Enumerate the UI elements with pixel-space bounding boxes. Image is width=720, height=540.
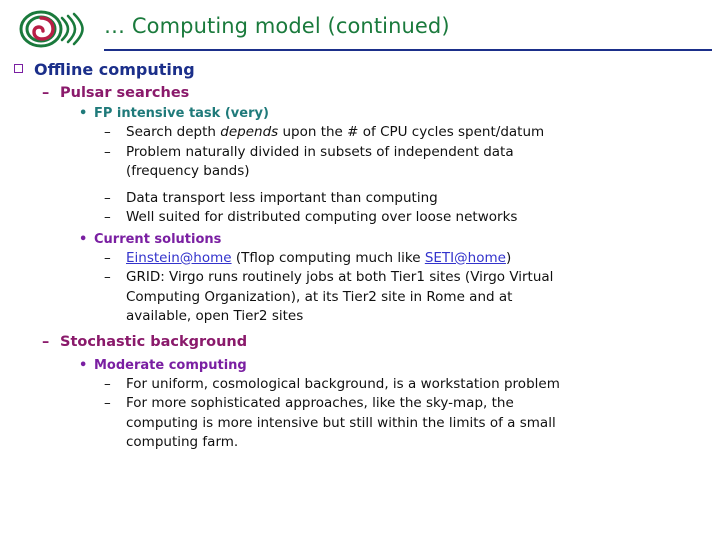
outline-level3-current-solutions: • Current solutions — [78, 231, 720, 249]
level2-label: Pulsar searches — [60, 85, 190, 101]
outline-level4-well-suited: – Well suited for distributed computing … — [104, 208, 706, 228]
round-bullet-icon: • — [79, 231, 88, 247]
dash-marker: – — [104, 143, 111, 160]
text-continuation: Computing Organization), at its Tier2 si… — [126, 288, 513, 305]
text-part-italic: depends — [220, 124, 279, 140]
outline-level3-fp-intensive-task: • FP intensive task (very) — [78, 105, 720, 123]
slide: … Computing model (continued) Offline co… — [0, 0, 720, 540]
level3-label: FP intensive task (very) — [94, 106, 269, 121]
level3-label: Current solutions — [94, 231, 222, 247]
text-part: For uniform, cosmological background, is… — [126, 375, 560, 392]
square-bullet-icon — [14, 64, 23, 73]
outline-level4-search-depth: – Search depth depends upon the # of CPU… — [104, 123, 706, 143]
round-bullet-icon: • — [79, 357, 88, 373]
outline-level4-problem-divided: – Problem naturally divided in subsets o… — [104, 143, 706, 182]
outline-level4-data-transport: – Data transport less important than com… — [104, 189, 706, 209]
slide-header: … Computing model (continued) — [0, 0, 720, 56]
outline-level1-offline-computing: Offline computing — [12, 60, 720, 80]
slide-content: Offline computing – Pulsar searches • FP… — [0, 60, 720, 453]
outline-level3-moderate-computing: • Moderate computing — [78, 357, 720, 375]
level2-label: Stochastic background — [60, 333, 248, 350]
outline-level2-stochastic-background: – Stochastic background — [42, 333, 720, 352]
dash-marker: – — [104, 124, 111, 140]
text-part: Well suited for distributed computing ov… — [126, 209, 518, 225]
dash-marker: – — [42, 333, 50, 350]
text-part: Problem naturally divided in subsets of … — [126, 143, 514, 160]
level1-label: Offline computing — [34, 60, 195, 79]
outline-level4-uniform-background: – For uniform, cosmological background, … — [104, 375, 706, 395]
outline-level4-sophisticated-approaches: – For more sophisticated approaches, lik… — [104, 394, 706, 453]
text-continuation: (frequency bands) — [126, 163, 250, 179]
dash-marker: – — [42, 85, 50, 101]
text-part: GRID: Virgo runs routinely jobs at both … — [126, 269, 554, 285]
text-part: For more sophisticated approaches, like … — [126, 395, 514, 411]
outline-level2-pulsar-searches: – Pulsar searches — [42, 84, 720, 103]
dash-marker: – — [104, 269, 111, 285]
page-title: … Computing model (continued) — [104, 14, 450, 38]
round-bullet-icon: • — [79, 106, 88, 121]
text-continuation-2: computing farm. — [126, 434, 239, 450]
text-part: Search depth — [126, 124, 221, 140]
dash-marker: – — [104, 189, 111, 206]
text-part: (Tflop computing much like — [231, 249, 425, 266]
dash-marker: – — [104, 375, 111, 392]
text-part: Data transport less important than compu… — [126, 189, 438, 206]
dash-marker: – — [104, 395, 111, 411]
dash-marker: – — [104, 249, 111, 266]
header-divider — [104, 49, 712, 51]
text-part: upon the # of CPU cycles spent/datum — [278, 124, 545, 140]
link-einstein-at-home[interactable]: Einstein@home — [126, 250, 232, 266]
text-continuation-2: available, open Tier2 sites — [126, 308, 304, 324]
dash-marker: – — [104, 209, 111, 225]
virgo-spiral-logo-icon — [16, 10, 94, 48]
level3-label: Moderate computing — [94, 357, 247, 373]
text-continuation: computing is more intensive but still wi… — [126, 414, 556, 431]
text-part: ) — [505, 249, 512, 266]
outline-level4-grid-virgo: – GRID: Virgo runs routinely jobs at bot… — [104, 268, 706, 327]
outline-level4-einstein-at-home: – Einstein@home (Tflop computing much li… — [104, 249, 706, 269]
link-seti-at-home[interactable]: SETI@home — [425, 250, 506, 266]
